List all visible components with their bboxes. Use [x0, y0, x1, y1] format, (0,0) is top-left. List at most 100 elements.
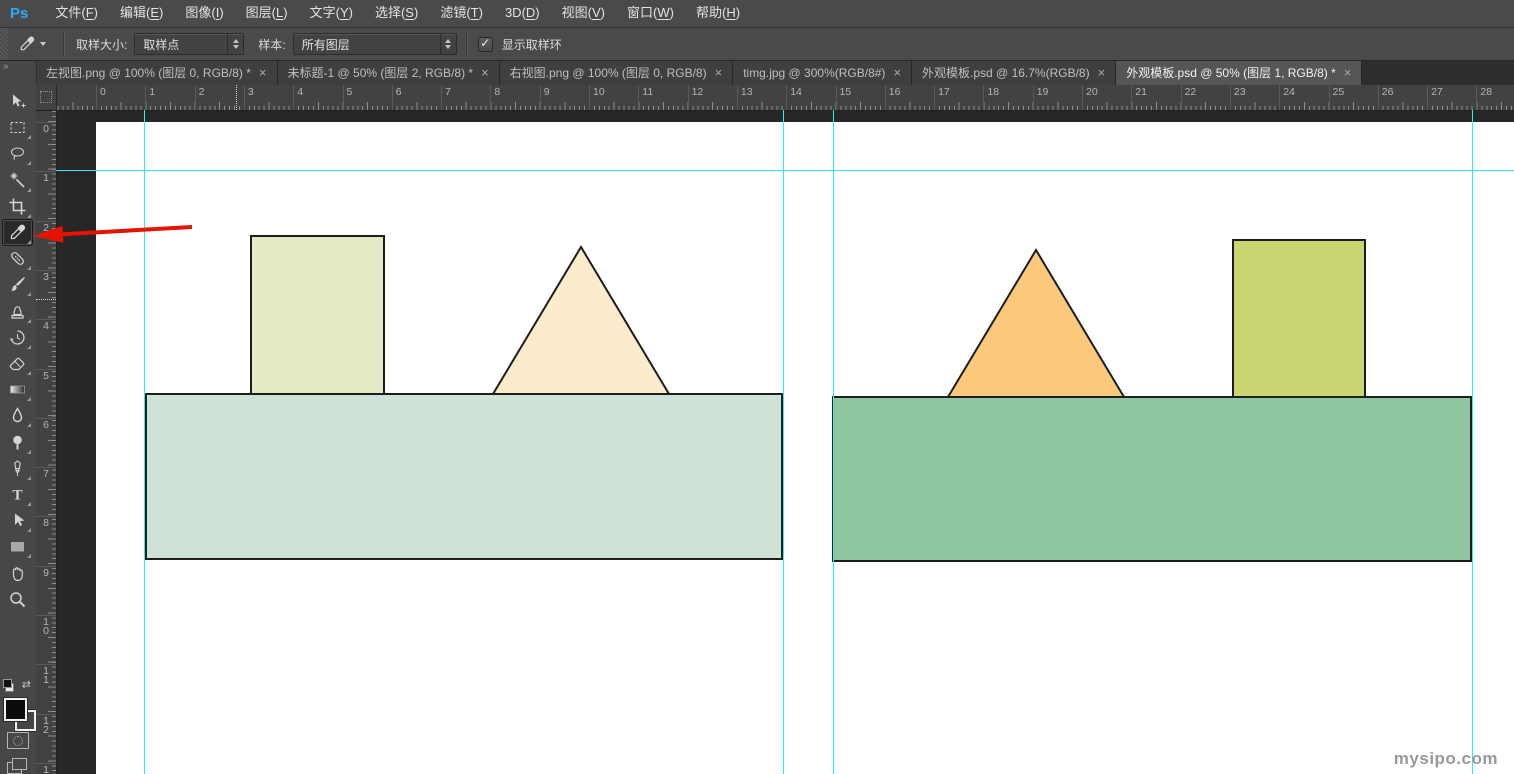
- clone-stamp-tool[interactable]: [3, 299, 32, 324]
- ruler-number: 9: [544, 86, 550, 98]
- ruler-number: 8: [36, 519, 56, 528]
- menu-item[interactable]: 图层(L): [235, 0, 299, 27]
- sample-value: 所有图层: [294, 36, 440, 53]
- tab-close-icon[interactable]: ×: [715, 67, 723, 79]
- document-tab[interactable]: 右视图.png @ 100% (图层 0, RGB/8)×: [500, 60, 734, 85]
- ruler-number: 19: [1037, 86, 1049, 98]
- tab-close-icon[interactable]: ×: [481, 67, 489, 79]
- document-tab[interactable]: 外观模板.psd @ 50% (图层 1, RGB/8) *×: [1116, 60, 1362, 85]
- document-tab[interactable]: 外观模板.psd @ 16.7%(RGB/8) ×: [912, 60, 1116, 85]
- lasso-icon: [8, 144, 27, 163]
- eyedropper-tool[interactable]: [3, 220, 32, 245]
- menu-item[interactable]: 选择(S): [364, 0, 429, 27]
- type-tool[interactable]: T: [3, 482, 32, 507]
- foreground-color-swatch[interactable]: [4, 698, 27, 721]
- move-icon: [8, 92, 27, 111]
- pen-tool[interactable]: [3, 456, 32, 481]
- hand-tool[interactable]: [3, 561, 32, 586]
- ruler-number: 7: [445, 86, 451, 98]
- photoshop-logo: Ps: [10, 5, 28, 22]
- document-area: [56, 110, 1514, 774]
- ruler-number: 4: [297, 86, 303, 98]
- healing-brush-tool[interactable]: [3, 246, 32, 271]
- dodge-tool[interactable]: [3, 430, 32, 455]
- tab-close-icon[interactable]: ×: [1098, 67, 1106, 79]
- zoom-tool[interactable]: [3, 587, 32, 612]
- quick-mask-button[interactable]: [7, 732, 29, 749]
- document-tab[interactable]: 未标题-1 @ 50% (图层 2, RGB/8) *×: [278, 60, 500, 85]
- show-sampling-ring-checkbox[interactable]: ✓: [478, 37, 493, 52]
- tab-close-icon[interactable]: ×: [1344, 67, 1352, 79]
- menu-item[interactable]: 文件(F): [44, 0, 109, 27]
- ruler-number: 0: [36, 125, 56, 134]
- canvas[interactable]: [96, 122, 1514, 774]
- tool-preset-picker[interactable]: [8, 35, 54, 53]
- tab-label: 外观模板.psd @ 16.7%(RGB/8): [922, 64, 1090, 81]
- swap-colors-icon: ⇄: [22, 678, 31, 691]
- watermark: mysipo.com: [1394, 749, 1498, 769]
- eraser-tool[interactable]: [3, 351, 32, 376]
- path-selection-icon: [8, 511, 27, 530]
- ruler-number: 18: [987, 86, 999, 98]
- ruler-number: 1 0: [36, 618, 56, 636]
- tab-label: timg.jpg @ 300%(RGB/8#): [743, 66, 885, 80]
- blur-tool[interactable]: [3, 403, 32, 428]
- options-bar: 取样大小: 取样点 样本: 所有图层 ✓ 显示取样环: [0, 28, 1514, 61]
- dodge-icon: [8, 433, 27, 452]
- ruler-number: 28: [1480, 86, 1492, 98]
- show-sampling-ring-label: 显示取样环: [502, 36, 562, 53]
- marquee-icon: [8, 118, 27, 137]
- document-tab[interactable]: timg.jpg @ 300%(RGB/8#) ×: [733, 60, 912, 85]
- menu-item[interactable]: 文字(Y): [299, 0, 364, 27]
- clone-stamp-icon: [8, 302, 27, 321]
- default-and-swap-colors[interactable]: ⇄: [4, 678, 32, 694]
- check-icon: ✓: [480, 38, 490, 48]
- ruler-number: 22: [1185, 86, 1197, 98]
- eyedropper-icon: [8, 223, 27, 242]
- menu-item[interactable]: 视图(V): [551, 0, 616, 27]
- ruler-origin-corner[interactable]: [36, 85, 57, 111]
- magic-wand-tool[interactable]: [3, 168, 32, 193]
- ruler-number: 21: [1135, 86, 1147, 98]
- sample-dropdown[interactable]: 所有图层: [293, 33, 457, 55]
- menu-item[interactable]: 3D(D): [494, 0, 551, 27]
- ruler-number: 20: [1086, 86, 1098, 98]
- tab-close-icon[interactable]: ×: [893, 67, 901, 79]
- sample-size-dropdown[interactable]: 取样点: [134, 33, 244, 55]
- screen-mode-button[interactable]: [7, 758, 27, 774]
- cursor-position-marker: [36, 299, 56, 300]
- rectangle-tool[interactable]: [3, 534, 32, 559]
- document-tab[interactable]: 左视图.png @ 100% (图层 0, RGB/8) *×: [36, 60, 278, 85]
- menu-item[interactable]: 帮助(H): [685, 0, 751, 27]
- gradient-tool[interactable]: [3, 377, 32, 402]
- lasso-tool[interactable]: [3, 141, 32, 166]
- ruler-number: 23: [1234, 86, 1246, 98]
- ruler-horizontal[interactable]: 0123456789101112131415161718192021222324…: [36, 85, 1514, 111]
- move-tool[interactable]: [3, 89, 32, 114]
- tools-panel: » ⇄ T: [0, 60, 37, 774]
- magic-wand-icon: [8, 171, 27, 190]
- ruler-number: 16: [889, 86, 901, 98]
- ruler-number: 0: [100, 86, 106, 98]
- ruler-number: 3: [36, 273, 56, 282]
- menu-item[interactable]: 编辑(E): [109, 0, 174, 27]
- crop-tool[interactable]: [3, 194, 32, 219]
- tab-close-icon[interactable]: ×: [259, 67, 267, 79]
- toolbar-collapse-icon[interactable]: »: [3, 61, 7, 72]
- menu-item[interactable]: 窗口(W): [616, 0, 685, 27]
- hand-icon: [8, 564, 27, 583]
- ruler-number: 1 3: [36, 766, 56, 774]
- marquee-tool[interactable]: [3, 115, 32, 140]
- options-grip: [0, 28, 8, 60]
- ruler-number: 2: [36, 224, 56, 233]
- menu-item[interactable]: 滤镜(T): [429, 0, 494, 27]
- history-brush-tool[interactable]: [3, 325, 32, 350]
- svg-text:T: T: [12, 488, 22, 504]
- ruler-vertical[interactable]: 01234567891 01 11 21 3: [36, 110, 57, 774]
- ruler-number: 1 1: [36, 667, 56, 685]
- menu-item[interactable]: 图像(I): [174, 0, 234, 27]
- pen-icon: [8, 459, 27, 478]
- sample-size-value: 取样点: [135, 36, 227, 53]
- brush-tool[interactable]: [3, 272, 32, 297]
- path-selection-tool[interactable]: [3, 508, 32, 533]
